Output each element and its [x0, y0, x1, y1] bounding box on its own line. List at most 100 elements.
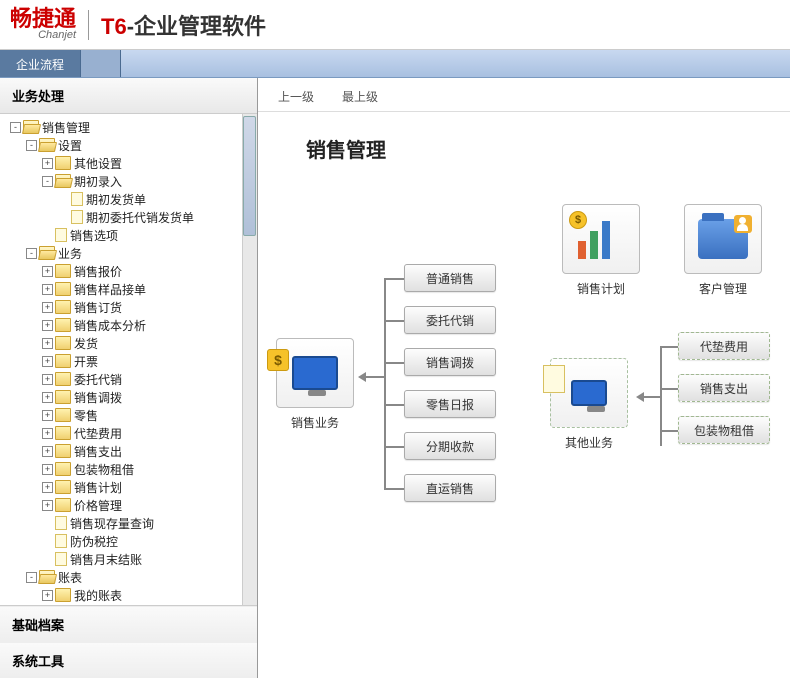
tree-node[interactable]: 销售月末结账 — [2, 550, 255, 568]
tree-node[interactable]: +销售样品接单 — [2, 280, 255, 298]
node-sales-business[interactable]: $ 销售业务 — [270, 338, 360, 431]
tree-node[interactable]: +销售订货 — [2, 298, 255, 316]
action-button[interactable]: 分期收款 — [404, 432, 496, 460]
action-button[interactable]: 销售调拨 — [404, 348, 496, 376]
folder-icon — [55, 444, 71, 458]
expand-icon[interactable]: + — [42, 338, 53, 349]
expand-icon[interactable]: + — [42, 374, 53, 385]
tree-label: 销售月末结账 — [70, 551, 142, 568]
tree-node[interactable]: +销售报价 — [2, 262, 255, 280]
tree-label: 包装物租借 — [74, 461, 134, 478]
nav-tree[interactable]: -销售管理-设置+其他设置-期初录入期初发货单期初委托代销发货单销售选项-业务+… — [0, 114, 257, 605]
node-customer-mgmt[interactable]: 客户管理 — [678, 204, 768, 297]
brand-en: Chanjet — [10, 30, 76, 41]
scrollbar-thumb[interactable] — [243, 116, 256, 236]
tree-node[interactable]: +发货 — [2, 334, 255, 352]
expand-icon[interactable]: + — [42, 356, 53, 367]
collapse-icon[interactable]: - — [10, 122, 21, 133]
expand-icon[interactable]: + — [42, 446, 53, 457]
tree-label: 期初发货单 — [86, 191, 146, 208]
brand-logo: 畅捷通 Chanjet — [10, 8, 76, 41]
tree-node[interactable]: 销售选项 — [2, 226, 255, 244]
tree-node[interactable]: +我的账表 — [2, 586, 255, 604]
collapse-icon[interactable]: - — [26, 248, 37, 259]
breadcrumb-top[interactable]: 最上级 — [342, 88, 378, 105]
tree-node[interactable]: +价格管理 — [2, 496, 255, 514]
breadcrumb: 上一级 最上级 — [258, 82, 790, 112]
connector — [366, 376, 386, 378]
node-other-business[interactable]: 其他业务 — [544, 358, 634, 451]
action-button[interactable]: 委托代销 — [404, 306, 496, 334]
expand-icon[interactable]: + — [42, 284, 53, 295]
connector — [384, 362, 404, 364]
action-button[interactable]: 普通销售 — [404, 264, 496, 292]
collapse-icon[interactable]: - — [26, 572, 37, 583]
action-button[interactable]: 直运销售 — [404, 474, 496, 502]
tree-node[interactable]: +委托代销 — [2, 370, 255, 388]
tree-label: 销售选项 — [70, 227, 118, 244]
sidebar-title: 业务处理 — [0, 78, 257, 114]
expand-icon[interactable]: + — [42, 500, 53, 511]
tree-label: 销售现存量查询 — [70, 515, 154, 532]
expand-icon[interactable]: + — [42, 428, 53, 439]
connector — [384, 446, 404, 448]
file-icon — [55, 516, 67, 530]
tree-node[interactable]: +零售 — [2, 406, 255, 424]
tree-node[interactable]: +统计表 — [2, 604, 255, 605]
breadcrumb-up[interactable]: 上一级 — [278, 88, 314, 105]
tree-label: 销售计划 — [74, 479, 122, 496]
tree-node[interactable]: + 销售调拨 — [2, 388, 255, 406]
tree-node[interactable]: -销售管理 — [2, 118, 255, 136]
tree-node[interactable]: +代垫费用 — [2, 424, 255, 442]
connector — [384, 320, 404, 322]
expand-icon[interactable]: + — [42, 392, 53, 403]
folder-icon — [55, 282, 71, 296]
expand-icon[interactable]: + — [42, 410, 53, 421]
tree-label: 销售成本分析 — [74, 317, 146, 334]
tree-node[interactable]: -账表 — [2, 568, 255, 586]
folder-open-icon — [39, 570, 55, 584]
folder-icon — [55, 336, 71, 350]
tree-node[interactable]: -期初录入 — [2, 172, 255, 190]
scrollbar-track[interactable] — [242, 114, 257, 605]
folder-open-icon — [55, 174, 71, 188]
tree-node[interactable]: + 销售成本分析 — [2, 316, 255, 334]
app-header: 畅捷通 Chanjet T6-企业管理软件 — [0, 0, 790, 50]
tree-node[interactable]: + 包装物租借 — [2, 460, 255, 478]
tree-node[interactable]: 期初委托代销发货单 — [2, 208, 255, 226]
tab-empty[interactable] — [81, 50, 121, 77]
tree-node[interactable]: +其他设置 — [2, 154, 255, 172]
folder-icon — [55, 264, 71, 278]
folder-open-icon — [39, 246, 55, 260]
expand-icon[interactable]: + — [42, 302, 53, 313]
expand-icon[interactable]: + — [42, 158, 53, 169]
sidebar-footer-tools[interactable]: 系统工具 — [0, 642, 257, 678]
folder-icon — [55, 408, 71, 422]
expand-icon[interactable]: + — [42, 464, 53, 475]
action-button[interactable]: 代垫费用 — [678, 332, 770, 360]
tree-node[interactable]: 期初发货单 — [2, 190, 255, 208]
collapse-icon[interactable]: - — [42, 176, 53, 187]
tree-node[interactable]: 销售现存量查询 — [2, 514, 255, 532]
tab-enterprise-flow[interactable]: 企业流程 — [0, 50, 81, 77]
tree-node[interactable]: -设置 — [2, 136, 255, 154]
action-button[interactable]: 销售支出 — [678, 374, 770, 402]
tree-node[interactable]: +开票 — [2, 352, 255, 370]
expand-icon[interactable]: + — [42, 590, 53, 601]
page-title: 销售管理 — [258, 112, 790, 163]
node-sales-plan[interactable]: $ 销售计划 — [556, 204, 646, 297]
expand-icon[interactable]: + — [42, 320, 53, 331]
tree-label: 销售支出 — [74, 443, 122, 460]
tree-node[interactable]: + 销售计划 — [2, 478, 255, 496]
action-button[interactable]: 零售日报 — [404, 390, 496, 418]
action-button[interactable]: 包装物租借 — [678, 416, 770, 444]
tree-node[interactable]: 防伪税控 — [2, 532, 255, 550]
tree-node[interactable]: + 销售支出 — [2, 442, 255, 460]
expand-icon[interactable]: + — [42, 482, 53, 493]
tree-node[interactable]: -业务 — [2, 244, 255, 262]
expand-icon[interactable]: + — [42, 266, 53, 277]
tree-label: 销售调拨 — [74, 389, 122, 406]
collapse-icon[interactable]: - — [26, 140, 37, 151]
file-icon — [55, 228, 67, 242]
sidebar-footer-basic[interactable]: 基础档案 — [0, 606, 257, 642]
